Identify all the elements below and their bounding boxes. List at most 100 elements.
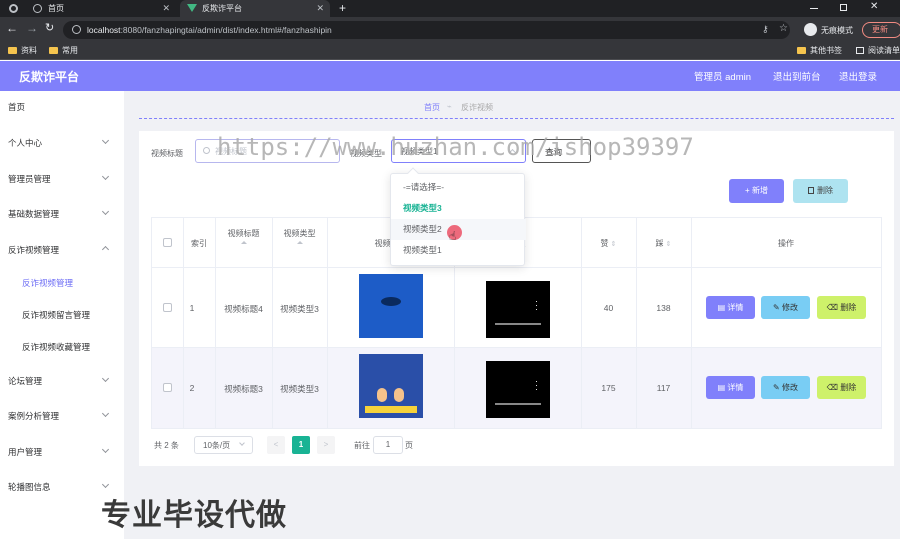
row-checkbox[interactable]: [163, 303, 172, 312]
col-header-dislikes-label: 踩: [655, 239, 664, 248]
add-button[interactable]: + 新增: [729, 179, 784, 203]
browser-menu-icon[interactable]: [9, 4, 18, 13]
video-player[interactable]: · · ·: [486, 361, 550, 418]
delete-button[interactable]: ⌫ 删除: [817, 376, 866, 399]
page-number-current[interactable]: 1: [292, 436, 310, 454]
hand-cursor-icon: ☝: [449, 229, 457, 243]
new-tab-button[interactable]: +: [339, 1, 346, 15]
bookmark-changyong[interactable]: 常用: [49, 42, 78, 60]
sidebar-subitem-video-favorites[interactable]: 反诈视频收藏管理: [22, 341, 90, 353]
dropdown-option-type1[interactable]: 视频类型1: [391, 240, 526, 261]
bookmark-ziliao[interactable]: 资料: [8, 42, 37, 60]
key-icon[interactable]: ⚷: [762, 24, 769, 35]
edit-button[interactable]: ✎ 修改: [761, 296, 810, 319]
sidebar-item-home[interactable]: 首页: [8, 101, 25, 113]
video-progress-bar[interactable]: [495, 323, 541, 325]
col-header-actions: 操作: [778, 239, 794, 248]
exit-to-front-link[interactable]: 退出到前台: [773, 69, 821, 83]
sort-icon: [240, 241, 247, 244]
col-header-title-label: 视频标题: [227, 229, 260, 238]
trash-icon: [808, 187, 814, 194]
bookmarks-bar: [0, 42, 900, 60]
type-dropdown-menu: -=请选择=- 视频类型3 视频类型2 视频类型1: [390, 167, 526, 266]
col-header-type-label: 视频类型: [283, 229, 316, 238]
back-icon[interactable]: ←: [6, 21, 18, 35]
address-bar[interactable]: localhost:8080/fanzhapingtai/admin/dist/…: [63, 21, 790, 39]
incognito-icon: [804, 23, 817, 36]
prev-page-button[interactable]: <: [267, 436, 285, 454]
chevron-down-icon: [239, 440, 245, 446]
col-header-index: 索引: [191, 239, 207, 248]
cell-likes: 40: [603, 303, 614, 313]
detail-button[interactable]: ▤ 详情: [706, 296, 755, 319]
video-player[interactable]: · · ·: [486, 281, 550, 338]
goto-page-input[interactable]: 1: [373, 436, 403, 454]
update-button[interactable]: 更新: [862, 22, 900, 38]
col-header-dislikes[interactable]: 踩 ⇕: [636, 238, 691, 249]
dropdown-option-type3[interactable]: 视频类型3: [391, 198, 526, 219]
url-host: localhost: [87, 25, 121, 35]
more-options-icon[interactable]: · · ·: [535, 297, 538, 314]
sidebar-item-users[interactable]: 用户管理: [8, 446, 42, 458]
sidebar-item-carousel[interactable]: 轮播图信息: [8, 481, 51, 493]
select-all-checkbox[interactable]: [163, 238, 172, 247]
info-icon[interactable]: [72, 25, 81, 34]
vue-logo-icon: [187, 4, 197, 12]
reload-icon[interactable]: ↻: [45, 21, 54, 34]
next-page-button[interactable]: >: [317, 436, 335, 454]
sidebar-subitem-video-comments[interactable]: 反诈视频留言管理: [22, 309, 90, 321]
window-minimize-icon[interactable]: [810, 8, 818, 9]
edit-button[interactable]: ✎ 修改: [761, 376, 810, 399]
page-size-select[interactable]: 10条/页: [194, 436, 253, 454]
cover-character-icon: [377, 388, 387, 402]
cell-dislikes: 138: [656, 303, 671, 313]
edit-label: 修改: [781, 383, 798, 392]
detail-icon: ▤: [717, 303, 728, 312]
tab-title: 反欺诈平台: [202, 4, 242, 13]
row-checkbox[interactable]: [163, 383, 172, 392]
reading-list[interactable]: 阅读清单: [856, 42, 900, 60]
url-path: :8080/fanzhapingtai/admin/dist/index.htm…: [120, 25, 332, 35]
detail-label: 详情: [727, 303, 744, 312]
tab-title: 首页: [48, 4, 64, 13]
window-close-icon[interactable]: ✕: [870, 1, 878, 12]
cell-title: 视频标题3: [224, 384, 263, 394]
admin-user-label: 管理员 admin: [694, 72, 752, 83]
col-header-title[interactable]: 视频标题: [215, 228, 272, 244]
video-progress-bar[interactable]: [495, 403, 541, 405]
breadcrumb-home[interactable]: 首页: [424, 102, 440, 113]
cell-likes: 175: [601, 383, 616, 393]
reading-list-label: 阅读清单: [868, 46, 900, 55]
browser-tab-active[interactable]: 反欺诈平台 ✕: [180, 0, 330, 17]
close-tab-icon[interactable]: ✕: [316, 0, 324, 17]
goto-label: 前往: [354, 441, 370, 450]
browser-tab-home[interactable]: 首页 ✕: [26, 0, 176, 17]
more-options-icon[interactable]: · · ·: [535, 377, 538, 394]
close-tab-icon[interactable]: ✕: [162, 0, 170, 17]
sidebar-item-cases[interactable]: 案例分析管理: [8, 410, 59, 422]
batch-delete-button[interactable]: 删除: [793, 179, 848, 203]
folder-icon: [49, 47, 58, 54]
sidebar-item-forum[interactable]: 论坛管理: [8, 375, 42, 387]
col-header-type[interactable]: 视频类型: [272, 228, 327, 244]
sidebar-item-profile[interactable]: 个人中心: [8, 137, 42, 149]
sidebar-item-base-data[interactable]: 基础数据管理: [8, 208, 59, 220]
folder-icon: [8, 47, 17, 54]
dropdown-option-placeholder[interactable]: -=请选择=-: [391, 177, 526, 198]
detail-button[interactable]: ▤ 详情: [706, 376, 755, 399]
col-header-likes[interactable]: 赞 ⇕: [581, 238, 636, 249]
page-size-value: 10条/页: [203, 441, 231, 450]
window-maximize-icon[interactable]: [840, 4, 847, 11]
bookmark-other[interactable]: 其他书签: [797, 42, 842, 60]
delete-button[interactable]: ⌫ 删除: [817, 296, 866, 319]
sidebar-item-admin-mgmt[interactable]: 管理员管理: [8, 173, 51, 185]
delete-label: 删除: [840, 303, 857, 312]
star-icon[interactable]: ☆: [779, 23, 788, 34]
detail-icon: ▤: [717, 383, 728, 392]
cell-title: 视频标题4: [224, 304, 263, 314]
bookmark-label: 常用: [62, 46, 78, 55]
sidebar-subitem-video[interactable]: 反诈视频管理: [22, 277, 73, 289]
logout-link[interactable]: 退出登录: [839, 69, 877, 83]
forward-icon[interactable]: →: [26, 21, 38, 35]
sidebar-item-video-mgmt[interactable]: 反诈视频管理: [8, 244, 59, 256]
